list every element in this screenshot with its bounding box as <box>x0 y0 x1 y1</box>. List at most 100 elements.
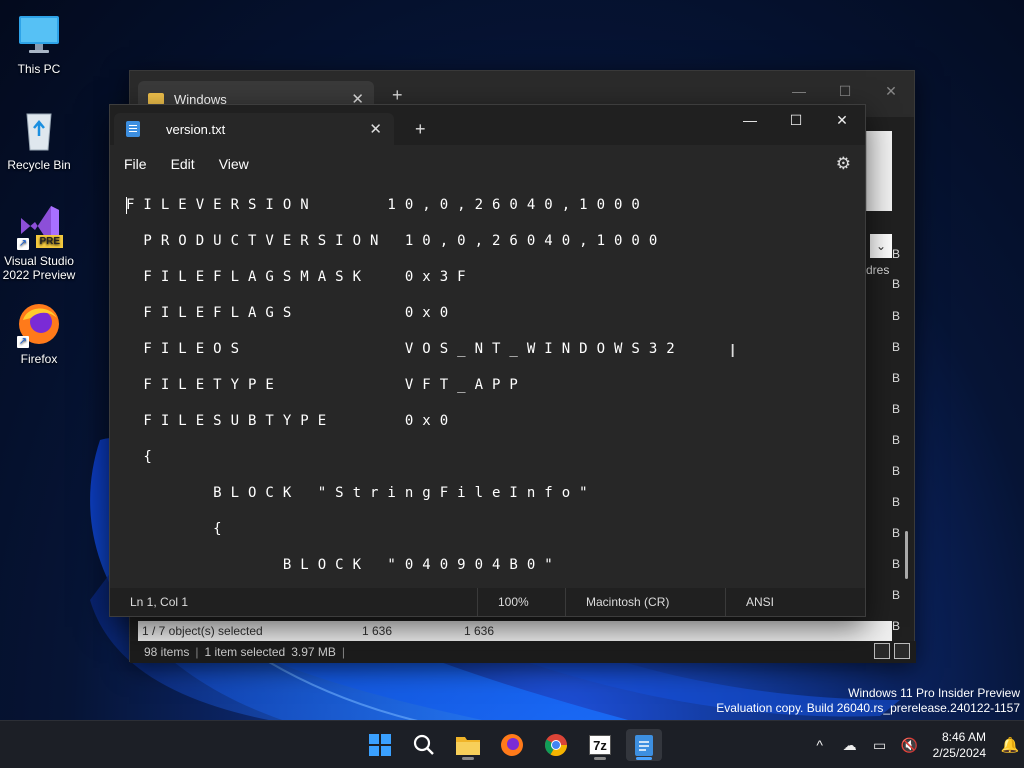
text-line: { <box>126 521 231 537</box>
running-indicator <box>462 757 474 760</box>
taskbar-file-explorer[interactable] <box>450 729 486 761</box>
separator: | <box>341 645 346 659</box>
menu-file[interactable]: File <box>124 156 147 172</box>
notification-bell-icon[interactable]: 🔔 <box>996 736 1024 754</box>
notepad-title-bar: version.txt ✕ + — ☐ ✕ <box>110 105 865 145</box>
chevron-down-icon[interactable]: ⌄ <box>870 234 892 258</box>
desktop-icon-this-pc[interactable]: This PC <box>1 10 77 76</box>
notepad-window[interactable]: version.txt ✕ + — ☐ ✕ File Edit View ⚙ F… <box>109 104 866 617</box>
notepad-icon <box>635 735 653 756</box>
separator: | <box>195 645 199 659</box>
list-item[interactable]: B <box>892 557 900 571</box>
selection-count: 1 / 7 object(s) selected <box>142 624 263 638</box>
line-ending: Macintosh (CR) <box>566 588 726 616</box>
volume-muted-icon[interactable]: 🔇 <box>895 737 925 754</box>
encoding: ANSI <box>746 595 775 609</box>
settings-gear-icon[interactable]: ⚙ <box>836 154 851 174</box>
new-tab-button[interactable]: + <box>392 85 403 106</box>
text-line: FILEOS VOS_NT_WINDOWS32 <box>126 341 684 357</box>
network-icon[interactable]: ▭ <box>865 737 895 754</box>
clock[interactable]: 8:46 AM 2/25/2024 <box>925 729 996 761</box>
list-item[interactable]: B <box>892 526 900 540</box>
notepad-tab-title: version.txt <box>166 121 226 137</box>
text-line: { <box>126 449 161 465</box>
shortcut-arrow-icon: ↗ <box>17 238 29 250</box>
list-item[interactable]: B <box>892 402 900 416</box>
text-editor[interactable]: FILEVERSION 10,0,26040,1000 PRODUCTVERSI… <box>110 183 865 586</box>
menu-view[interactable]: View <box>219 156 249 172</box>
desktop-icon-recycle-bin[interactable]: Recycle Bin <box>1 106 77 172</box>
text-line: PRODUCTVERSION 10,0,26040,1000 <box>126 233 667 249</box>
taskbar-notepad[interactable] <box>626 729 662 761</box>
file-list-partial: B B B B B B B B B B B B B B <box>890 131 916 664</box>
explorer-toolbar-edge <box>866 131 892 211</box>
column-header-partial[interactable]: dres <box>866 263 890 277</box>
recycle-bin-icon <box>15 106 63 154</box>
text-line: FILEFLAGS 0x0 <box>126 305 458 321</box>
maximize-button[interactable]: ☐ <box>822 77 868 105</box>
list-item[interactable]: B <box>892 619 900 633</box>
details-view-icon[interactable] <box>874 643 890 659</box>
chevron-up-icon[interactable]: ^ <box>805 737 835 753</box>
notepad-status-bar: Ln 1, Col 1 100% Macintosh (CR) ANSI <box>110 588 865 616</box>
minimize-button[interactable]: — <box>776 77 822 105</box>
desktop-icon-label: Visual Studio 2022 Preview <box>2 254 76 282</box>
cloud-offline-icon[interactable]: ☁ <box>835 737 865 754</box>
list-item[interactable]: B <box>892 247 900 261</box>
cursor-position: Ln 1, Col 1 <box>110 588 478 616</box>
minimize-button[interactable]: — <box>727 105 773 135</box>
close-button[interactable]: ✕ <box>819 105 865 135</box>
list-item[interactable]: B <box>892 371 900 385</box>
running-indicator <box>636 757 652 760</box>
desktop-icon-visual-studio[interactable]: PRE ↗ Visual Studio 2022 Preview <box>1 202 77 282</box>
list-item[interactable]: B <box>892 340 900 354</box>
text-line: FILETYPE VFT_APP <box>126 377 527 393</box>
taskbar-firefox[interactable] <box>494 729 530 761</box>
maximize-button[interactable]: ☐ <box>773 105 819 135</box>
text-line: FILEVERSION 10,0,26040,1000 <box>126 197 649 213</box>
start-button[interactable] <box>362 729 398 761</box>
list-item[interactable]: B <box>892 433 900 447</box>
menu-bar: File Edit View ⚙ <box>110 145 865 183</box>
desktop-icon-firefox[interactable]: ↗ Firefox <box>1 300 77 366</box>
view-toggle <box>874 643 910 659</box>
list-item[interactable]: B <box>892 277 900 291</box>
taskbar-chrome[interactable] <box>538 729 574 761</box>
preview-badge: PRE <box>36 235 63 248</box>
firefox-icon <box>501 734 523 756</box>
tiles-view-icon[interactable] <box>894 643 910 659</box>
file-explorer-icon <box>456 737 480 755</box>
desktop-icon-label: This PC <box>17 62 61 76</box>
list-item[interactable]: B <box>892 309 900 323</box>
new-tab-button[interactable]: + <box>415 119 426 140</box>
close-tab-icon[interactable]: ✕ <box>369 120 382 138</box>
list-item[interactable]: B <box>892 464 900 478</box>
list-item[interactable]: B <box>892 495 900 509</box>
scrollbar[interactable] <box>905 531 908 579</box>
shortcut-arrow-icon: ↗ <box>17 336 29 348</box>
running-indicator <box>594 757 606 760</box>
notepad-icon <box>126 121 140 137</box>
watermark-build: Evaluation copy. Build 26040.rs_prerelea… <box>716 701 1020 715</box>
monitor-icon <box>15 10 63 58</box>
7zip-icon: 7z <box>589 735 611 755</box>
notepad-window-controls: — ☐ ✕ <box>727 105 865 135</box>
desktop-icon-label: Firefox <box>20 352 58 366</box>
text-caret <box>126 197 127 214</box>
watermark-edition: Windows 11 Pro Insider Preview <box>848 686 1020 700</box>
taskbar-7zip[interactable]: 7z <box>582 729 618 761</box>
firefox-icon: ↗ <box>15 300 63 348</box>
menu-edit[interactable]: Edit <box>171 156 195 172</box>
selection-status-bar: 1 / 7 object(s) selected 1 636 1 636 <box>138 621 892 641</box>
close-button[interactable]: ✕ <box>868 77 914 105</box>
explorer-status-bar: 98 items | 1 item selected 3.97 MB | <box>130 641 916 663</box>
size-value: 1 636 <box>464 624 495 638</box>
size-value: 1 636 <box>362 624 393 638</box>
item-count: 98 items <box>144 645 190 659</box>
list-item[interactable]: B <box>892 588 900 602</box>
text-line: FILEFLAGSMASK 0x3F <box>126 269 475 285</box>
explorer-window-controls: — ☐ ✕ <box>776 77 914 105</box>
notepad-tab[interactable]: version.txt ✕ <box>114 113 394 145</box>
selected-count: 1 item selected <box>204 645 286 659</box>
search-button[interactable] <box>406 729 442 761</box>
